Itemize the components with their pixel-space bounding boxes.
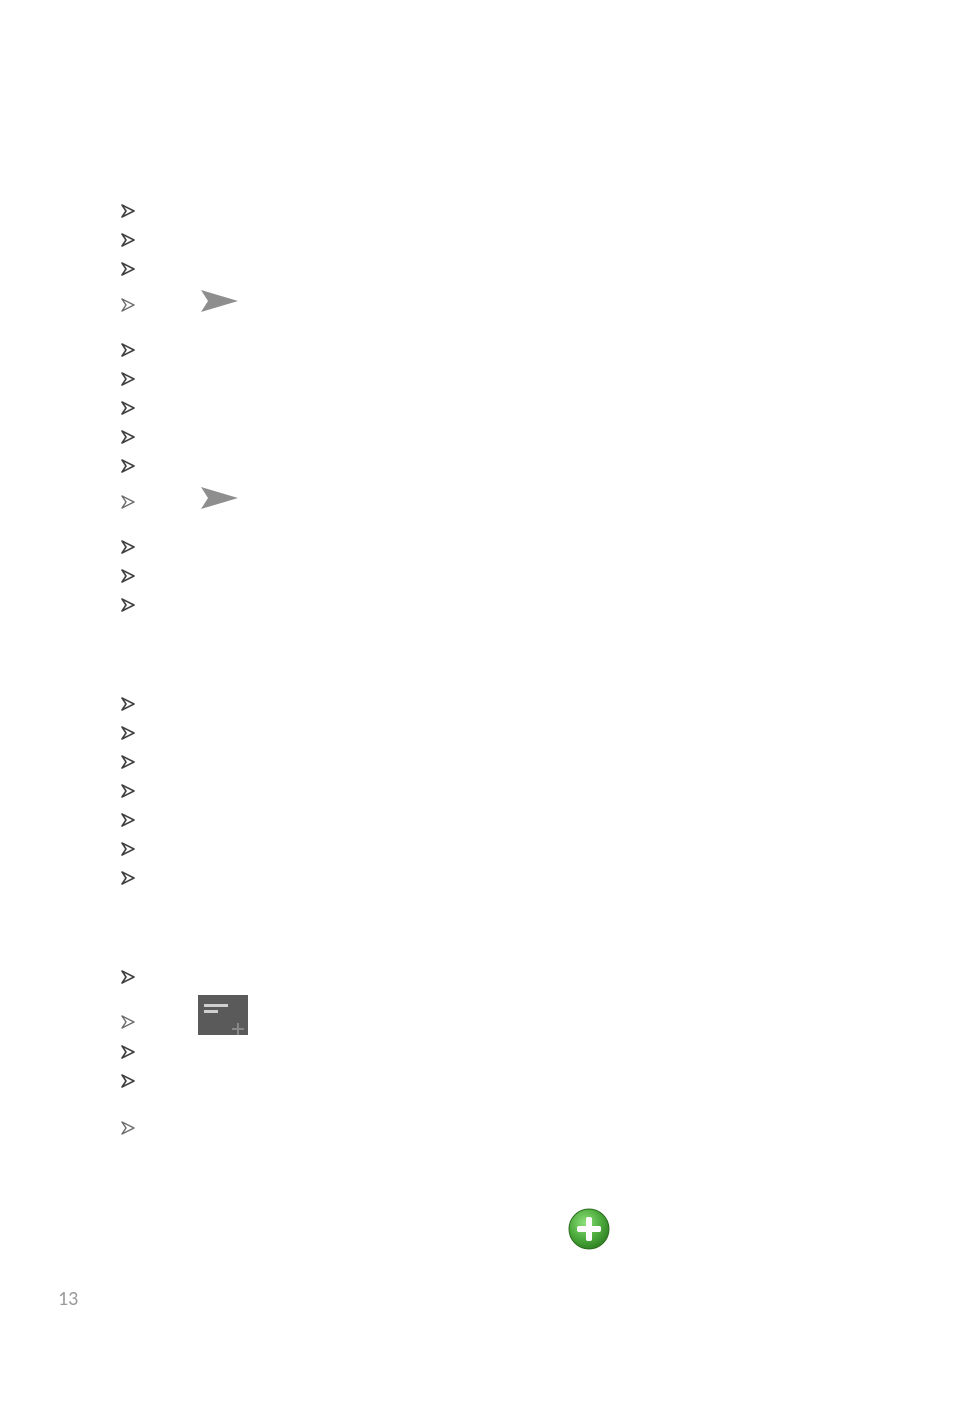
bullet-list-item <box>120 693 854 713</box>
arrow-bullet-icon <box>120 1072 138 1090</box>
arrow-bullet-icon <box>120 341 138 359</box>
card-add-icon <box>198 995 248 1035</box>
arrow-bullet-icon <box>120 296 138 314</box>
arrow-bullet-icon <box>120 202 138 220</box>
arrow-bullet-icon <box>120 869 138 887</box>
arrow-bullet-icon <box>120 231 138 249</box>
bullet-list-item <box>120 368 854 388</box>
bullet-list-item <box>120 809 854 829</box>
bullet-list-container <box>120 200 854 1137</box>
bullet-list-item <box>120 867 854 887</box>
arrow-bullet-icon <box>120 493 138 511</box>
arrow-bullet-icon <box>120 782 138 800</box>
send-icon <box>198 484 242 512</box>
bullet-list-item <box>120 966 854 986</box>
arrow-bullet-icon <box>120 596 138 614</box>
arrow-bullet-icon <box>120 457 138 475</box>
arrow-bullet-icon <box>120 428 138 446</box>
bullet-list-item <box>120 838 854 858</box>
bullet-list-item <box>120 594 854 614</box>
bullet-list-item <box>120 229 854 249</box>
arrow-bullet-icon <box>120 1043 138 1061</box>
arrow-bullet-icon <box>120 370 138 388</box>
add-plus-circle-icon <box>567 1207 611 1251</box>
arrow-bullet-icon <box>120 724 138 742</box>
bullet-with-card-add-icon <box>120 995 854 1035</box>
arrow-bullet-icon <box>120 567 138 585</box>
bullet-with-send-icon <box>120 484 854 512</box>
bullet-list-item <box>120 397 854 417</box>
bullet-list-item <box>120 1117 854 1137</box>
bullet-list-item <box>120 751 854 771</box>
arrow-bullet-icon <box>120 840 138 858</box>
send-icon <box>198 287 242 315</box>
page-number: 13 <box>58 1287 78 1311</box>
bullet-list-item <box>120 1041 854 1061</box>
arrow-bullet-icon <box>120 1013 138 1031</box>
document-page: 13 <box>0 0 954 1403</box>
arrow-bullet-icon <box>120 260 138 278</box>
bullet-list-item <box>120 565 854 585</box>
bullet-list-item <box>120 200 854 220</box>
arrow-bullet-icon <box>120 1119 138 1137</box>
arrow-bullet-icon <box>120 968 138 986</box>
bullet-list-item <box>120 455 854 475</box>
arrow-bullet-icon <box>120 399 138 417</box>
arrow-bullet-icon <box>120 538 138 556</box>
arrow-bullet-icon <box>120 753 138 771</box>
bullet-list-item <box>120 258 854 278</box>
bullet-with-send-icon <box>120 287 854 315</box>
arrow-bullet-icon <box>120 811 138 829</box>
bullet-list-item <box>120 426 854 446</box>
bullet-list-item <box>120 722 854 742</box>
bullet-list-item <box>120 339 854 359</box>
bullet-list-item <box>120 1070 854 1090</box>
bullet-list-item <box>120 536 854 556</box>
bullet-list-item <box>120 780 854 800</box>
arrow-bullet-icon <box>120 695 138 713</box>
